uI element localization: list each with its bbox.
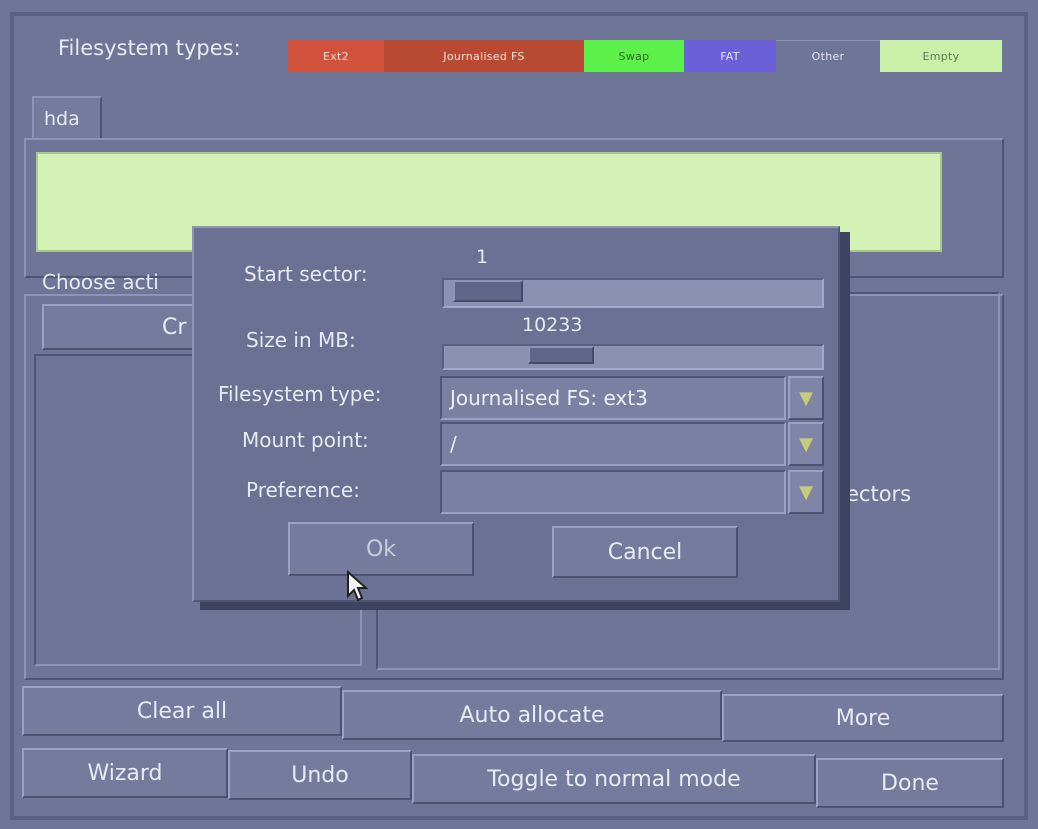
legend-ext2: Ext2 — [288, 40, 384, 72]
done-button[interactable]: Done — [816, 758, 1004, 808]
preference-dropdown-arrow[interactable]: ▼ — [788, 470, 824, 514]
preference-select[interactable] — [440, 470, 786, 514]
clear-all-button[interactable]: Clear all — [22, 686, 342, 736]
legend-swap: Swap — [584, 40, 684, 72]
tab-hda-label: hda — [44, 108, 80, 130]
more-button-label: More — [835, 705, 891, 731]
filesystem-type-dropdown-arrow[interactable]: ▼ — [788, 376, 824, 420]
size-mb-label: Size in MB: — [246, 328, 356, 352]
toggle-normal-mode-button-label: Toggle to normal mode — [487, 766, 741, 792]
legend-ext2-label: Ext2 — [323, 49, 349, 63]
chevron-down-icon: ▼ — [799, 433, 813, 455]
legend-swap-label: Swap — [618, 49, 650, 63]
wizard-button-label: Wizard — [87, 760, 163, 786]
mouse-cursor-icon — [347, 570, 368, 602]
legend-journalised-fs-label: Journalised FS — [443, 49, 525, 63]
more-button[interactable]: More — [722, 694, 1004, 742]
legend-journalised-fs: Journalised FS — [384, 40, 584, 72]
ok-button-label: Ok — [365, 536, 397, 562]
mount-point-dropdown-arrow[interactable]: ▼ — [788, 422, 824, 466]
chevron-down-icon: ▼ — [799, 387, 813, 409]
auto-allocate-button[interactable]: Auto allocate — [342, 690, 722, 740]
legend-other-label: Other — [811, 50, 845, 63]
legend-empty: Empty — [880, 40, 1002, 72]
filesystem-type-value: Journalised FS: ext3 — [450, 386, 648, 410]
create-button-label: Cr — [162, 314, 187, 340]
start-sector-slider[interactable] — [442, 278, 824, 308]
filesystem-type-label: Filesystem type: — [218, 382, 382, 406]
filesystem-types-label: Filesystem types: — [58, 36, 241, 60]
toggle-normal-mode-button[interactable]: Toggle to normal mode — [412, 754, 816, 804]
legend-fat-label: FAT — [720, 49, 740, 63]
cancel-button[interactable]: Cancel — [552, 526, 738, 578]
size-mb-slider[interactable] — [442, 344, 824, 370]
size-mb-value: 10233 — [522, 314, 583, 336]
legend-empty-label: Empty — [922, 49, 960, 63]
mount-point-label: Mount point: — [242, 428, 369, 452]
tab-hda[interactable]: hda — [32, 96, 102, 140]
undo-button[interactable]: Undo — [228, 750, 412, 800]
legend-other: Other — [776, 40, 880, 72]
auto-allocate-button-label: Auto allocate — [459, 702, 605, 728]
start-sector-label: Start sector: — [244, 262, 368, 286]
legend-fat: FAT — [684, 40, 776, 72]
chevron-down-icon: ▼ — [799, 481, 813, 503]
done-button-label: Done — [881, 770, 939, 796]
undo-button-label: Undo — [291, 762, 349, 788]
start-sector-slider-thumb[interactable] — [453, 280, 523, 302]
mount-point-value: / — [450, 432, 457, 456]
clear-all-button-label: Clear all — [136, 698, 228, 724]
ok-button[interactable]: Ok — [288, 522, 474, 576]
choose-action-label: Choose acti — [42, 270, 159, 294]
start-sector-value: 1 — [476, 246, 489, 268]
mount-point-input[interactable]: / — [440, 422, 786, 466]
wizard-button[interactable]: Wizard — [22, 748, 228, 798]
sectors-partial-label: ectors — [846, 482, 912, 506]
filesystem-type-select[interactable]: Journalised FS: ext3 — [440, 376, 786, 420]
size-mb-slider-thumb[interactable] — [528, 346, 594, 364]
preference-label: Preference: — [246, 478, 360, 502]
create-partition-dialog: Start sector: 1 Size in MB: 10233 Filesy… — [192, 226, 840, 602]
cancel-button-label: Cancel — [607, 539, 683, 565]
